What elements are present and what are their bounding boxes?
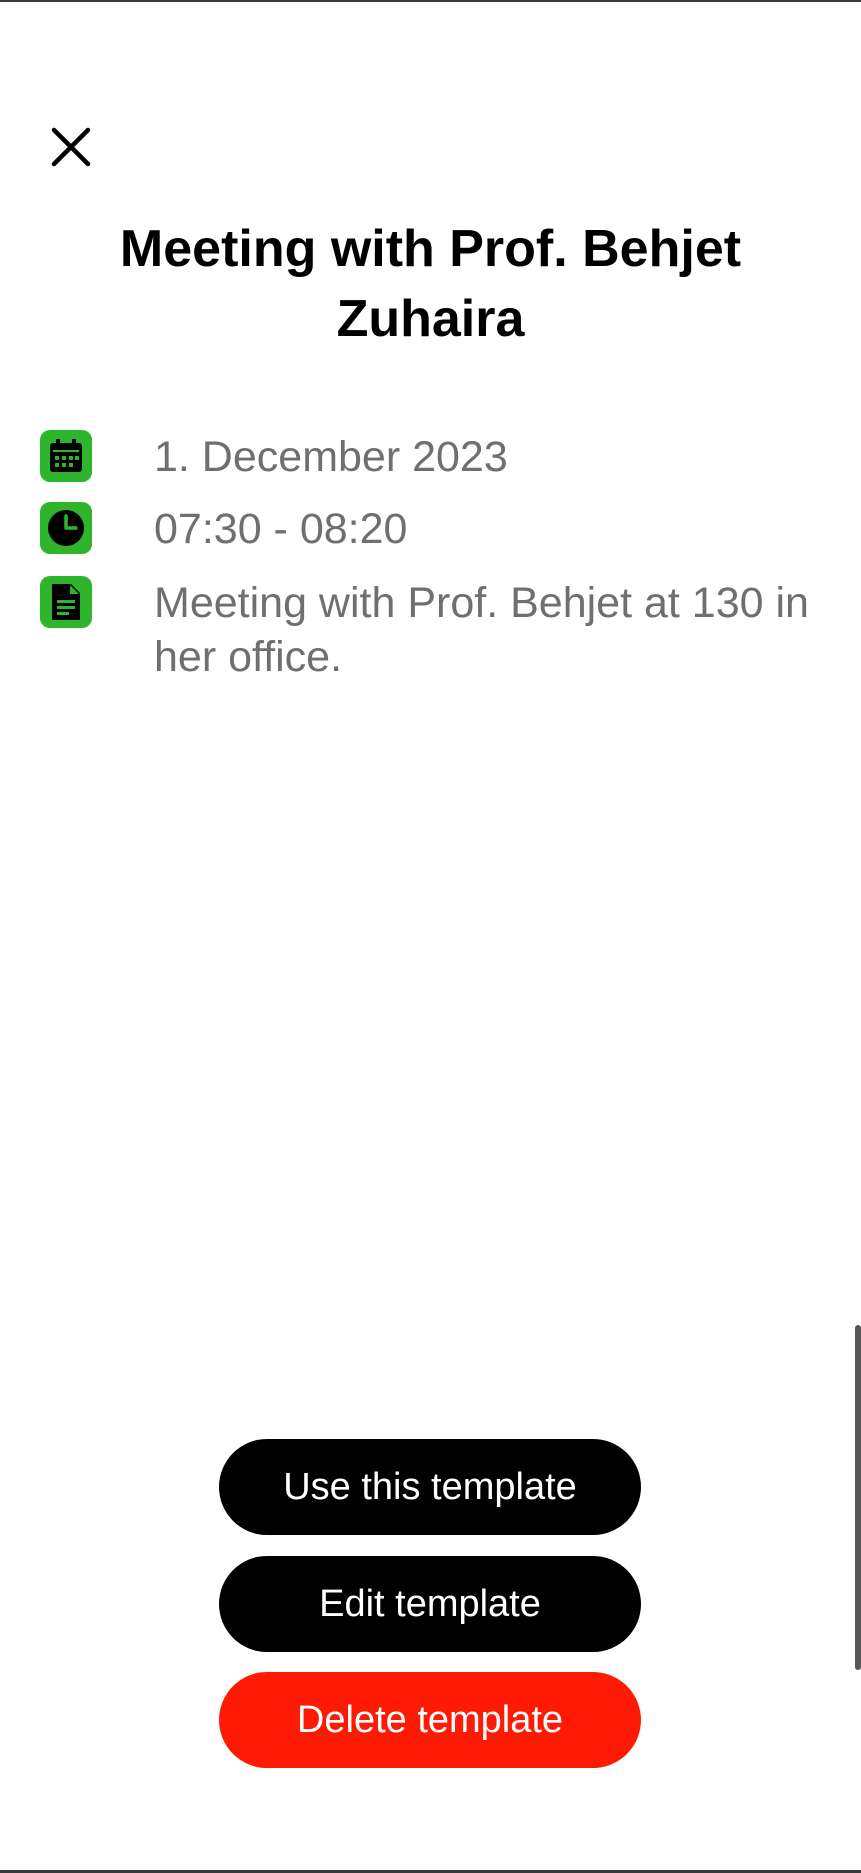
- clock-icon: [48, 510, 84, 546]
- top-border: [0, 0, 861, 2]
- time-text: 07:30 - 08:20: [154, 505, 408, 553]
- document-icon: [52, 584, 80, 620]
- date-text: 1. December 2023: [154, 433, 508, 481]
- note-text: Meeting with Prof. Behjet at 130 in her …: [154, 579, 809, 681]
- note-row: Meeting with Prof. Behjet at 130 in her …: [40, 576, 861, 684]
- scrollbar[interactable]: [855, 1325, 861, 1670]
- close-icon: [51, 127, 91, 167]
- calendar-icon-box: [40, 430, 92, 482]
- date-row: 1. December 2023: [40, 430, 861, 484]
- edit-template-button[interactable]: Edit template: [219, 1556, 641, 1652]
- calendar-icon: [50, 439, 82, 472]
- use-template-button[interactable]: Use this template: [219, 1439, 641, 1535]
- close-button[interactable]: [42, 118, 100, 176]
- clock-icon-box: [40, 502, 92, 554]
- delete-template-button[interactable]: Delete template: [219, 1672, 641, 1768]
- document-icon-box: [40, 576, 92, 628]
- time-row: 07:30 - 08:20: [40, 502, 861, 556]
- page-title: Meeting with Prof. Behjet Zuhaira: [119, 220, 742, 348]
